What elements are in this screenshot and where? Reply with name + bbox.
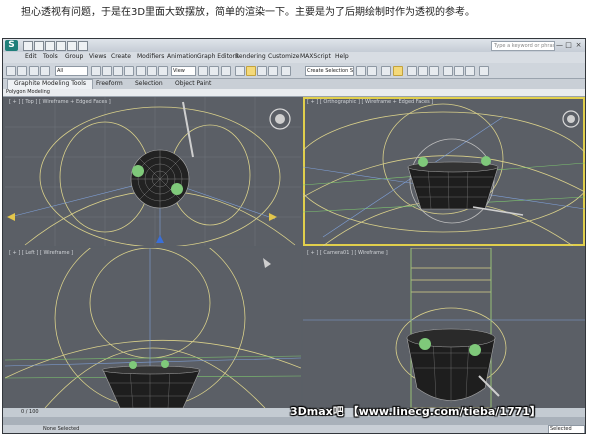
watermark: 3Dmax吧 【www.linecg.com/tieba/1771】 bbox=[290, 405, 541, 418]
tab-freeform[interactable]: Freeform bbox=[96, 80, 123, 87]
curve-editor-icon[interactable] bbox=[407, 66, 417, 76]
undo-icon[interactable] bbox=[6, 66, 16, 76]
teapot-render-icon[interactable] bbox=[479, 66, 489, 76]
schematic-view-icon[interactable] bbox=[418, 66, 428, 76]
select-by-name-icon[interactable] bbox=[102, 66, 112, 76]
render-setup-icon[interactable] bbox=[443, 66, 453, 76]
menu-group[interactable]: Group bbox=[65, 53, 83, 60]
time-slider-value: 0 / 100 bbox=[21, 409, 39, 415]
title-bar: S Type a keyword or phrase — □ × bbox=[3, 39, 585, 52]
new-file-icon[interactable] bbox=[23, 41, 33, 51]
selection-region-icon[interactable] bbox=[113, 66, 123, 76]
ribbon-tabs: Graphite Modeling Tools Freeform Selecti… bbox=[3, 79, 585, 89]
menu-maxscript[interactable]: MAXScript bbox=[300, 53, 331, 60]
viewport-label[interactable]: [ + ] [ Top ] [ Wireframe + Edged Faces … bbox=[9, 99, 111, 105]
menu-create[interactable]: Create bbox=[111, 53, 131, 60]
ortho-wireframe-scene bbox=[303, 103, 585, 246]
project-folder-icon[interactable] bbox=[78, 41, 88, 51]
redo-icon[interactable] bbox=[67, 41, 77, 51]
menu-rendering[interactable]: Rendering bbox=[235, 53, 266, 60]
graphite-toggle-icon[interactable] bbox=[393, 66, 403, 76]
redo-icon[interactable] bbox=[17, 66, 27, 76]
menu-customize[interactable]: Customize bbox=[268, 53, 300, 60]
render-production-icon[interactable] bbox=[465, 66, 475, 76]
main-toolbar: All View Create Selection Set bbox=[3, 63, 585, 79]
percent-snap-icon[interactable] bbox=[257, 66, 267, 76]
menu-animation[interactable]: Animation bbox=[167, 53, 198, 60]
viewport-orthographic[interactable]: [ + ] [ Orthographic ] [ Wireframe + Edg… bbox=[303, 97, 585, 246]
app-logo-icon[interactable]: S bbox=[5, 40, 18, 51]
select-scale-icon[interactable] bbox=[158, 66, 168, 76]
link-icon[interactable] bbox=[29, 66, 39, 76]
close-icon[interactable]: × bbox=[574, 41, 583, 49]
align-icon[interactable] bbox=[367, 66, 377, 76]
layer-manager-icon[interactable] bbox=[381, 66, 391, 76]
selection-filter-dropdown[interactable]: All bbox=[55, 66, 88, 76]
material-editor-icon[interactable] bbox=[429, 66, 439, 76]
tab-object-paint[interactable]: Object Paint bbox=[175, 80, 211, 87]
top-wireframe-scene bbox=[5, 97, 301, 246]
select-rotate-icon[interactable] bbox=[147, 66, 157, 76]
post-caption: 担心透视有问题，于是在3D里面大致摆放，简单的渲染一下。主要是为了后期绘制时作为… bbox=[21, 7, 476, 18]
search-input[interactable]: Type a keyword or phrase bbox=[491, 41, 555, 51]
viewport-label[interactable]: [ + ] [ Left ] [ Wireframe ] bbox=[9, 250, 73, 256]
viewport-label[interactable]: [ + ] [ Orthographic ] [ Wireframe + Edg… bbox=[307, 99, 433, 105]
reference-coordinate-dropdown[interactable]: View bbox=[171, 66, 196, 76]
maximize-icon[interactable]: □ bbox=[564, 41, 573, 49]
select-move-icon[interactable] bbox=[136, 66, 146, 76]
select-object-icon[interactable] bbox=[91, 66, 101, 76]
window-crossing-icon[interactable] bbox=[124, 66, 134, 76]
pivot-center-icon[interactable] bbox=[198, 66, 208, 76]
unlink-icon[interactable] bbox=[40, 66, 50, 76]
undo-icon[interactable] bbox=[56, 41, 66, 51]
menu-modifiers[interactable]: Modifiers bbox=[137, 53, 164, 60]
menu-tools[interactable]: Tools bbox=[43, 53, 58, 60]
left-wireframe-scene bbox=[5, 248, 301, 408]
status-text: None Selected bbox=[43, 426, 80, 432]
tab-selection[interactable]: Selection bbox=[135, 80, 163, 87]
menu-graph-editors[interactable]: Graph Editors bbox=[197, 53, 238, 60]
tab-polygon-modeling[interactable]: Polygon Modeling bbox=[6, 89, 50, 96]
menu-edit[interactable]: Edit bbox=[25, 53, 37, 60]
viewport-camera[interactable]: [ + ] [ Camera01 ] [ Wireframe ] bbox=[303, 248, 585, 408]
select-manipulate-icon[interactable] bbox=[209, 66, 219, 76]
menu-help[interactable]: Help bbox=[335, 53, 349, 60]
open-file-icon[interactable] bbox=[34, 41, 44, 51]
spinner-snap-icon[interactable] bbox=[268, 66, 278, 76]
ribbon-panel-bar: Polygon Modeling bbox=[3, 89, 585, 97]
mirror-icon[interactable] bbox=[356, 66, 366, 76]
camera-wireframe-scene bbox=[303, 248, 585, 408]
minimize-icon[interactable]: — bbox=[555, 41, 564, 49]
keyboard-shortcut-icon[interactable] bbox=[221, 66, 231, 76]
3dsmax-window: S Type a keyword or phrase — □ × Edit To… bbox=[2, 38, 586, 434]
tab-graphite-modeling-tools[interactable]: Graphite Modeling Tools bbox=[7, 79, 94, 89]
viewport-left[interactable]: [ + ] [ Left ] [ Wireframe ] bbox=[5, 248, 301, 408]
key-filter-dropdown[interactable]: Selected bbox=[548, 425, 585, 433]
rendered-frame-icon[interactable] bbox=[454, 66, 464, 76]
menu-views[interactable]: Views bbox=[89, 53, 106, 60]
save-file-icon[interactable] bbox=[45, 41, 55, 51]
edit-named-selection-icon[interactable] bbox=[281, 66, 291, 76]
viewport-label[interactable]: [ + ] [ Camera01 ] [ Wireframe ] bbox=[307, 250, 388, 256]
angle-snap-icon[interactable] bbox=[246, 66, 256, 76]
viewport-top[interactable]: [ + ] [ Top ] [ Wireframe + Edged Faces … bbox=[5, 97, 301, 246]
snaps-toggle-icon[interactable] bbox=[235, 66, 245, 76]
named-selection-set-dropdown[interactable]: Create Selection Set bbox=[305, 66, 354, 76]
